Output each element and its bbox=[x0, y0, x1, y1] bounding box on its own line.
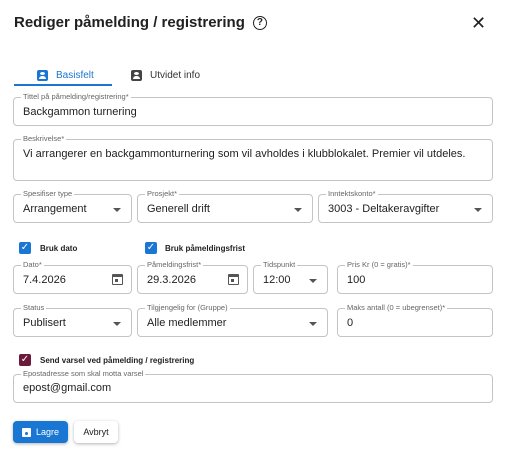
active-tab-indicator bbox=[14, 84, 112, 86]
time-select[interactable]: Tidspunkt 12:00 bbox=[253, 260, 328, 294]
save-button-label: Lagre bbox=[35, 427, 60, 437]
send-notification-label: Send varsel ved påmelding / registrering bbox=[40, 356, 195, 365]
title-field-value: Backgammon turnering bbox=[23, 106, 137, 118]
chevron-down-icon bbox=[113, 208, 121, 212]
description-field[interactable]: Beskrivelse* Vi arrangerer en backgammon… bbox=[13, 134, 493, 181]
income-account-select-value: 3003 - Deltakeravgifter bbox=[328, 203, 440, 215]
deadline-field-label: Påmeldingsfrist* bbox=[145, 260, 204, 270]
project-select-value: Generell drift bbox=[147, 203, 210, 215]
dialog-title: Rediger påmelding / registrering ? bbox=[14, 14, 267, 31]
help-icon[interactable]: ? bbox=[252, 15, 267, 30]
price-field-label: Pris Kr (0 = gratis)* bbox=[345, 260, 413, 270]
max-count-field[interactable]: Maks antall (0 = ubegrenset)* 0 bbox=[337, 303, 493, 337]
notify-email-field-label: Epostadresse som skal motta varsel bbox=[21, 369, 146, 379]
chevron-down-icon bbox=[113, 322, 121, 326]
person-badge-icon bbox=[131, 69, 142, 81]
title-field-label: Tittel på påmelding/registrering* bbox=[21, 92, 131, 102]
tab-utvidet-info[interactable]: Utvidet info bbox=[131, 65, 200, 85]
income-account-select-label: Inntektskonto* bbox=[326, 189, 378, 199]
date-field[interactable]: Dato* 7.4.2026 bbox=[13, 260, 132, 294]
group-select-label: Tilgjengelig for (Gruppe) bbox=[145, 303, 230, 313]
status-select-value: Publisert bbox=[23, 317, 66, 329]
income-account-select[interactable]: Inntektskonto* 3003 - Deltakeravgifter bbox=[318, 189, 493, 223]
date-field-value: 7.4.2026 bbox=[23, 274, 66, 286]
price-field[interactable]: Pris Kr (0 = gratis)* 100 bbox=[337, 260, 493, 294]
max-count-field-label: Maks antall (0 = ubegrenset)* bbox=[345, 303, 448, 313]
chevron-down-icon bbox=[309, 322, 317, 326]
send-notification-checkbox[interactable]: ✓ bbox=[19, 354, 31, 366]
project-select-label: Prosjekt* bbox=[145, 189, 180, 199]
status-select-label: Status bbox=[21, 303, 47, 313]
chevron-down-icon bbox=[474, 208, 482, 212]
description-field-value: Vi arrangerer en backgammonturnering som… bbox=[23, 148, 466, 160]
time-select-value: 12:00 bbox=[263, 274, 291, 286]
notify-email-field-value: epost@gmail.com bbox=[23, 382, 112, 394]
use-date-label: Bruk dato bbox=[40, 244, 78, 253]
dialog-title-text: Rediger påmelding / registrering bbox=[14, 14, 245, 31]
save-disk-icon bbox=[21, 427, 31, 437]
use-deadline-checkbox[interactable]: ✓ bbox=[145, 242, 157, 254]
date-field-label: Dato* bbox=[21, 260, 44, 270]
calendar-icon[interactable] bbox=[228, 274, 239, 285]
person-badge-icon bbox=[37, 69, 48, 81]
deadline-field-value: 29.3.2026 bbox=[147, 274, 196, 286]
group-select-value: Alle medlemmer bbox=[147, 317, 227, 329]
type-select[interactable]: Spesifiser type Arrangement bbox=[13, 189, 132, 223]
cancel-button[interactable]: Avbryt bbox=[74, 421, 118, 443]
type-select-value: Arrangement bbox=[23, 203, 87, 215]
type-select-label: Spesifiser type bbox=[21, 189, 75, 199]
cancel-button-label: Avbryt bbox=[83, 427, 109, 437]
status-select[interactable]: Status Publisert bbox=[13, 303, 132, 337]
project-select[interactable]: Prosjekt* Generell drift bbox=[137, 189, 313, 223]
tab-basisfelt[interactable]: Basisfelt bbox=[37, 65, 94, 85]
title-field[interactable]: Tittel på påmelding/registrering* Backga… bbox=[13, 92, 493, 126]
max-count-field-value: 0 bbox=[347, 317, 354, 329]
chevron-down-icon bbox=[294, 208, 302, 212]
use-deadline-label: Bruk påmeldingsfrist bbox=[165, 244, 246, 253]
group-select[interactable]: Tilgjengelig for (Gruppe) Alle medlemmer bbox=[137, 303, 328, 337]
description-field-label: Beskrivelse* bbox=[21, 134, 67, 144]
deadline-field[interactable]: Påmeldingsfrist* 29.3.2026 bbox=[137, 260, 248, 294]
calendar-icon[interactable] bbox=[112, 274, 123, 285]
time-select-label: Tidspunkt bbox=[261, 260, 298, 270]
notify-email-field[interactable]: Epostadresse som skal motta varsel epost… bbox=[13, 369, 493, 403]
use-date-checkbox[interactable]: ✓ bbox=[19, 242, 31, 254]
close-icon[interactable]: ✕ bbox=[471, 14, 486, 32]
price-field-value: 100 bbox=[347, 274, 366, 286]
tab-label: Utvidet info bbox=[150, 69, 201, 81]
save-button[interactable]: Lagre bbox=[13, 421, 68, 443]
tab-label: Basisfelt bbox=[56, 69, 94, 81]
chevron-down-icon bbox=[309, 279, 317, 283]
